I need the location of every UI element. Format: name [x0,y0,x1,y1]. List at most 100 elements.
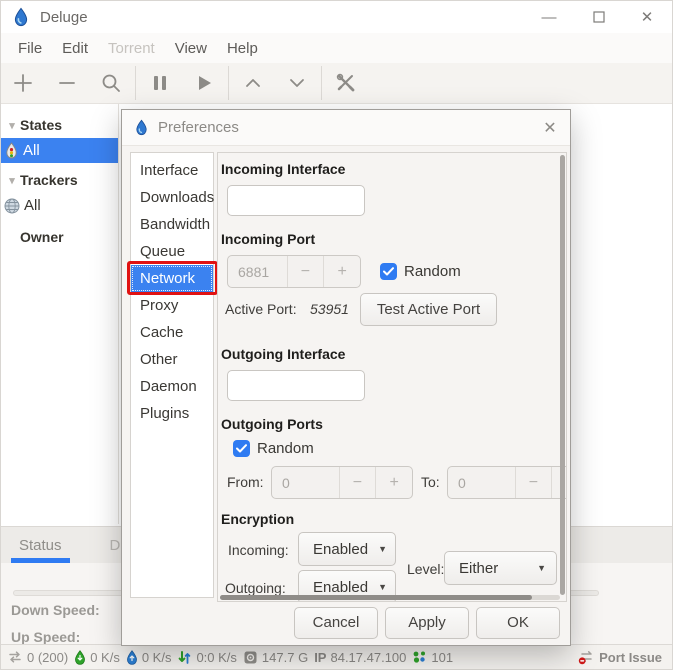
decrement-icon[interactable]: − [287,256,324,287]
encryption-incoming-dropdown[interactable]: Enabled ▼ [298,532,396,566]
cancel-button[interactable]: Cancel [294,607,378,639]
vertical-scrollbar[interactable] [560,155,565,595]
owner-section-header[interactable]: Owner [1,224,118,250]
menu-torrent: Torrent [98,36,165,61]
category-interface[interactable]: Interface [131,157,213,184]
sidebar-item-states-all[interactable]: All [1,138,118,163]
sidebar-item-trackers-all[interactable]: All [1,193,118,218]
outgoing-interface-heading: Outgoing Interface [221,346,345,362]
category-other[interactable]: Other [131,346,213,373]
minimize-button[interactable]: — [526,1,572,33]
encryption-incoming-label: Incoming: [228,542,289,558]
dialog-title: Preferences [158,119,239,136]
external-ip-status[interactable]: IP 84.17.47.100 [314,650,406,665]
dialog-button-row: Cancel Apply OK [122,600,570,645]
deluge-logo-icon [134,119,149,136]
category-bandwidth[interactable]: Bandwidth [131,211,213,238]
outgoing-random-label: Random [257,440,314,457]
download-drop-icon [74,650,86,665]
dht-nodes-value: 101 [431,650,453,665]
category-downloads[interactable]: Downloads [131,184,213,211]
owner-header-label: Owner [20,229,64,245]
dht-nodes-status[interactable]: 101 [412,650,453,665]
free-space-value: 147.7 G [262,650,308,665]
pause-icon[interactable] [138,66,182,100]
category-daemon[interactable]: Daemon [131,373,213,400]
menu-help[interactable]: Help [217,36,268,61]
encryption-heading: Encryption [221,511,294,527]
connections-value: 0 (200) [27,650,68,665]
menu-file[interactable]: File [8,36,52,61]
queue-down-icon[interactable] [275,66,319,100]
down-speed-label: Down Speed: [11,602,100,618]
test-active-port-button[interactable]: Test Active Port [360,293,497,326]
tab-status-label: Status [19,537,62,554]
preferences-tools-icon[interactable] [324,66,368,100]
incoming-random-checkbox-row[interactable]: Random [380,263,461,280]
from-port-value: 0 [272,467,339,498]
port-issue-icon [578,650,595,665]
encryption-outgoing-value: Enabled [313,579,368,596]
free-space-status[interactable]: 147.7 G [243,650,308,665]
chevron-down-icon: ▼ [378,544,387,554]
chevron-down-icon: ▼ [378,582,387,592]
encryption-level-dropdown[interactable]: Either ▼ [444,551,557,585]
toolbar [1,63,672,104]
to-label: To: [421,474,440,490]
apply-button[interactable]: Apply [385,607,469,639]
traffic-value: 0:0 K/s [196,650,236,665]
tracker-globe-icon [4,198,20,214]
decrement-icon[interactable]: − [515,467,552,498]
port-issue-status[interactable]: Port Issue [578,650,666,665]
chevron-down-icon: ▾ [4,119,20,132]
checked-checkbox-icon[interactable] [233,440,250,457]
from-label: From: [227,474,264,490]
trackers-all-label: All [24,197,41,214]
ok-button[interactable]: OK [476,607,560,639]
incoming-port-spinner[interactable]: 6881 − + [227,255,361,288]
menu-view[interactable]: View [165,36,217,61]
category-plugins[interactable]: Plugins [131,400,213,427]
maximize-button[interactable] [576,1,622,33]
toolbar-separator [228,66,229,100]
incoming-port-heading: Incoming Port [221,231,315,247]
trackers-header-label: Trackers [20,172,78,188]
menu-bar: File Edit Torrent View Help [1,33,672,63]
traffic-arrows-icon [177,650,192,665]
menu-edit[interactable]: Edit [52,36,98,61]
to-port-value: 0 [448,467,515,498]
category-network[interactable]: Network [131,265,213,292]
outgoing-interface-input[interactable] [227,370,365,401]
connections-status[interactable]: 0 (200) [7,650,68,665]
category-queue[interactable]: Queue [131,238,213,265]
status-bar: 0 (200) 0 K/s 0 K/s 0:0 K/s 147.7 G IP 8… [1,644,672,669]
tab-status[interactable]: Status [9,537,72,563]
close-button[interactable]: ✕ [624,1,670,33]
decrement-icon[interactable]: − [339,467,376,498]
encryption-level-label: Level: [407,561,444,577]
dialog-close-icon[interactable]: ✕ [530,110,570,146]
from-port-spinner[interactable]: 0 − + [271,466,413,499]
incoming-interface-heading: Incoming Interface [221,161,345,177]
traffic-status[interactable]: 0:0 K/s [177,650,236,665]
remove-torrent-icon[interactable] [45,66,89,100]
increment-icon[interactable]: + [375,467,412,498]
category-proxy[interactable]: Proxy [131,292,213,319]
category-cache[interactable]: Cache [131,319,213,346]
network-settings-panel: Incoming Interface Incoming Port 6881 − … [217,152,567,602]
encryption-incoming-value: Enabled [313,541,368,558]
add-torrent-icon[interactable] [1,66,45,100]
queue-up-icon[interactable] [231,66,275,100]
outgoing-random-checkbox-row[interactable]: Random [233,440,314,457]
incoming-interface-input[interactable] [227,185,365,216]
states-header-label: States [20,117,62,133]
to-port-spinner[interactable]: 0 − + [447,466,567,499]
states-section-header[interactable]: ▾ States [1,112,118,138]
checked-checkbox-icon[interactable] [380,263,397,280]
search-icon[interactable] [89,66,133,100]
trackers-section-header[interactable]: ▾ Trackers [1,167,118,193]
increment-icon[interactable]: + [323,256,360,287]
resume-icon[interactable] [182,66,226,100]
download-speed-status[interactable]: 0 K/s [74,650,120,665]
upload-speed-status[interactable]: 0 K/s [126,650,172,665]
